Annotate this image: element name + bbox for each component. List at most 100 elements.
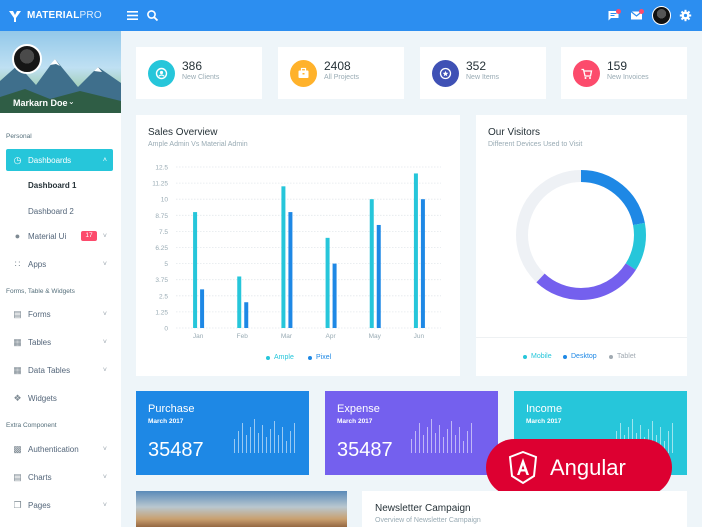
x-tick-label: Feb bbox=[237, 333, 249, 340]
angular-badge: Angular bbox=[486, 439, 672, 496]
stat-label: New Invoices bbox=[607, 74, 649, 81]
x-tick-label: Jun bbox=[414, 333, 425, 340]
bar-ample bbox=[413, 173, 418, 328]
bubbles-icon: ● bbox=[14, 230, 21, 241]
bar-pixel bbox=[200, 289, 205, 328]
sparkline-bar bbox=[435, 433, 436, 453]
stat-card-new-items: 352 New Items bbox=[420, 47, 546, 99]
sparkline-bar bbox=[411, 439, 412, 453]
y-tick-label: 3.75 bbox=[155, 277, 168, 284]
sidebar-item-data-tables[interactable]: ▦ Data Tables ˅ bbox=[6, 359, 113, 381]
divider bbox=[476, 337, 687, 338]
legend-label: Tablet bbox=[617, 353, 636, 360]
cart-icon bbox=[581, 68, 593, 79]
tile-date: March 2017 bbox=[526, 418, 562, 425]
sparkline-bar bbox=[270, 429, 271, 453]
sparkline-bar bbox=[238, 431, 239, 453]
sparkline-bar bbox=[668, 431, 669, 453]
sidebar-item-forms[interactable]: ▤ Forms ˅ bbox=[6, 303, 113, 325]
sparkline-bar bbox=[415, 431, 416, 453]
sparkline-bar bbox=[274, 421, 275, 453]
sparkline-bars bbox=[234, 419, 295, 453]
card-title: Newsletter Campaign bbox=[375, 503, 471, 514]
search-icon[interactable] bbox=[146, 9, 159, 22]
sidebar: Markarn Doe ⌄ Personal ◷ Dashboards ˄ Da… bbox=[0, 31, 121, 527]
gear-icon[interactable] bbox=[679, 9, 692, 22]
sparkline-bar bbox=[455, 435, 456, 453]
sidebar-item-label: Authentication bbox=[28, 444, 79, 454]
brand-name: MATERIALPRO bbox=[27, 10, 102, 21]
sparkline-bar bbox=[447, 429, 448, 453]
sidebar-item-authentication[interactable]: ▩ Authentication ˅ bbox=[6, 438, 113, 460]
sidebar-item-label: Charts bbox=[28, 472, 52, 482]
profile-name[interactable]: Markarn Doe bbox=[13, 98, 68, 108]
star-icon bbox=[439, 67, 452, 80]
stat-value: 159 bbox=[607, 59, 628, 73]
sidebar-item-dashboards[interactable]: ◷ Dashboards ˄ bbox=[6, 149, 113, 171]
legend-ample: Ample bbox=[266, 354, 294, 361]
legend-mobile: Mobile bbox=[523, 353, 552, 360]
grid-icon: ▦ bbox=[13, 364, 22, 375]
hamburger-icon[interactable] bbox=[126, 9, 139, 22]
sidebar-item-pages[interactable]: ❐ Pages ˅ bbox=[6, 494, 113, 516]
card-title: Sales Overview bbox=[148, 127, 218, 138]
brand[interactable]: MATERIALPRO bbox=[0, 0, 121, 31]
tile-value: 35487 bbox=[148, 439, 204, 461]
sparkline-bar bbox=[282, 427, 283, 453]
angular-label: Angular bbox=[550, 454, 626, 480]
bar-ample bbox=[369, 199, 374, 328]
sidebar-item-label: Apps bbox=[28, 259, 47, 269]
card-title: Our Visitors bbox=[488, 127, 541, 138]
chevron-down-icon: ˅ bbox=[102, 232, 107, 240]
tile-purchase: Purchase March 2017 35487 bbox=[136, 391, 309, 475]
count-badge: 17 bbox=[81, 231, 97, 241]
chevron-down-icon[interactable]: ⌄ bbox=[68, 97, 75, 106]
legend-desktop: Desktop bbox=[563, 353, 597, 360]
avatar[interactable] bbox=[652, 6, 671, 25]
sidebar-item-charts[interactable]: ▤ Charts ˅ bbox=[6, 466, 113, 488]
dashboard-icon: ◷ bbox=[13, 154, 22, 165]
sparkline-bar bbox=[427, 427, 428, 453]
logo-icon bbox=[9, 10, 21, 22]
stat-label: New Items bbox=[466, 74, 500, 81]
sidebar-item-label: Material Ui bbox=[28, 231, 67, 241]
stat-label: All Projects bbox=[324, 74, 360, 81]
sidebar-item-label: Dashboards bbox=[28, 155, 72, 165]
y-tick-label: 10 bbox=[161, 197, 169, 204]
sparkline-bar bbox=[266, 437, 267, 453]
sales-overview-card: Sales Overview Ample Admin Vs Material A… bbox=[136, 115, 460, 376]
sidebar-item-apps[interactable]: ∷ Apps ˅ bbox=[6, 253, 113, 275]
stat-circle bbox=[290, 60, 317, 87]
tile-title: Expense bbox=[337, 403, 380, 415]
apps-grid-icon: ∷ bbox=[14, 258, 21, 269]
topbar: MATERIALPRO bbox=[0, 0, 702, 31]
sidebar-item-dashboard2[interactable]: Dashboard 2 bbox=[28, 207, 74, 216]
table-icon: ▦ bbox=[13, 336, 22, 347]
sidebar-item-widgets[interactable]: ❖ Widgets bbox=[6, 387, 113, 409]
stat-card-new-clients: 386 New Clients bbox=[136, 47, 262, 99]
tile-date: March 2017 bbox=[337, 418, 373, 425]
legend-label: Ample bbox=[274, 354, 294, 361]
y-tick-label: 0 bbox=[164, 326, 168, 333]
legend-dot bbox=[308, 355, 312, 360]
sparkline-bar bbox=[250, 427, 251, 453]
x-tick-label: Jan bbox=[193, 333, 204, 340]
pages-icon: ❐ bbox=[13, 499, 22, 510]
profile-panel: Markarn Doe ⌄ bbox=[0, 31, 121, 113]
sidebar-item-dashboard1[interactable]: Dashboard 1 bbox=[28, 181, 76, 190]
sparkline-bar bbox=[286, 441, 287, 453]
id-card-icon: ▩ bbox=[13, 443, 22, 454]
user-icon bbox=[155, 67, 168, 80]
profile-avatar[interactable] bbox=[12, 44, 42, 74]
sidebar-item-tables[interactable]: ▦ Tables ˅ bbox=[6, 331, 113, 353]
stat-card-all-projects: 2408 All Projects bbox=[278, 47, 404, 99]
tile-expense: Expense March 2017 35487 bbox=[325, 391, 498, 475]
card-subtitle: Overview of Newsletter Campaign bbox=[375, 517, 481, 524]
sparkline-bar bbox=[451, 421, 452, 453]
sidebar-item-label: Pages bbox=[28, 500, 51, 510]
bar-ample bbox=[237, 276, 242, 328]
bar-pixel bbox=[420, 199, 425, 328]
y-tick-label: 7.5 bbox=[159, 229, 168, 236]
stat-value: 2408 bbox=[324, 59, 351, 73]
form-icon: ▤ bbox=[13, 308, 22, 319]
